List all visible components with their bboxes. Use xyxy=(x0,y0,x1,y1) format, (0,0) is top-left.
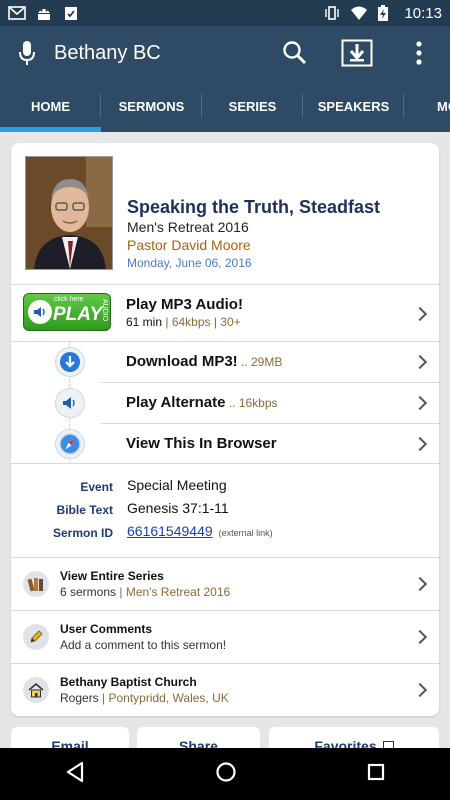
view-browser-row[interactable]: View This In Browser xyxy=(11,424,439,464)
play-badge-click-here: click here xyxy=(54,296,84,303)
view-series-title: View Entire Series xyxy=(60,569,164,583)
speaker-icon xyxy=(55,388,85,418)
app-title: Bethany BC xyxy=(54,41,161,64)
church-city: Rogers xyxy=(60,691,99,705)
tab-home[interactable]: HOME xyxy=(0,80,101,132)
bible-text-value: Genesis 37:1-11 xyxy=(127,500,229,516)
mic-icon[interactable] xyxy=(0,26,54,80)
user-comments-title: User Comments xyxy=(60,622,153,636)
external-link-note: (external link) xyxy=(218,528,273,538)
download-icon[interactable] xyxy=(326,26,388,80)
speaker-photo xyxy=(25,156,113,270)
chevron-right-icon xyxy=(412,629,428,645)
download-arrow-icon xyxy=(55,347,85,377)
home-icon[interactable] xyxy=(215,761,237,788)
user-comments-row[interactable]: User Comments Add a comment to this serm… xyxy=(11,610,439,664)
play-mp3-meta: | 64kbps | 30+ xyxy=(165,315,241,329)
speaker-icon xyxy=(28,300,52,324)
back-icon[interactable] xyxy=(64,761,86,788)
tab-sermons[interactable]: SERMONS xyxy=(101,80,202,132)
bible-text-detail: Bible Text Genesis 37:1-11 xyxy=(11,499,439,521)
clipboard-check-icon xyxy=(62,5,80,21)
chevron-right-icon xyxy=(412,354,428,370)
download-mp3-label: Download MP3! xyxy=(126,353,238,370)
church-location: | Pontypridd, Wales, UK xyxy=(102,691,229,705)
bottom-button-row: Email Share Favorites xyxy=(11,727,439,757)
tab-speakers[interactable]: SPEAKERS xyxy=(303,80,404,132)
play-badge: click here PLAY AUDIO xyxy=(23,293,111,331)
recents-icon[interactable] xyxy=(366,762,386,787)
series-name: | Men's Retreat 2016 xyxy=(119,585,231,599)
overflow-menu-icon[interactable] xyxy=(388,26,450,80)
event-value: Special Meeting xyxy=(127,477,227,493)
sermon-date: Monday, June 06, 2016 xyxy=(127,256,252,270)
divider xyxy=(11,463,439,464)
chevron-right-icon xyxy=(412,576,428,592)
system-nav-bar xyxy=(0,748,450,800)
view-series-row[interactable]: View Entire Series 6 sermons | Men's Ret… xyxy=(11,557,439,611)
app-bar: Bethany BC xyxy=(0,26,450,80)
download-mp3-meta: .. 29MB xyxy=(237,355,283,369)
event-detail: Event Special Meeting xyxy=(11,476,439,498)
sermon-id-label: Sermon ID xyxy=(52,526,113,540)
speaker-name[interactable]: Pastor David Moore xyxy=(127,236,427,255)
play-alternate-meta: .. 16kbps xyxy=(225,396,278,410)
sermon-title: Speaking the Truth, Steadfast xyxy=(127,197,381,217)
mail-icon xyxy=(8,5,26,21)
sermon-card: Speaking the Truth, Steadfast Men's Retr… xyxy=(11,143,439,716)
sermon-header: Speaking the Truth, Steadfast Men's Retr… xyxy=(11,143,439,284)
chevron-right-icon xyxy=(412,682,428,698)
battery-charging-icon xyxy=(377,5,395,21)
tab-bar: HOME SERMONS SERIES SPEAKERS MO xyxy=(0,80,450,132)
status-bar: 10:13 xyxy=(0,0,450,26)
wifi-icon xyxy=(350,5,368,21)
series-count: 6 sermons xyxy=(60,585,117,599)
books-icon xyxy=(23,571,49,597)
pencil-icon xyxy=(23,624,49,650)
chevron-right-icon xyxy=(412,436,428,452)
vibrate-icon xyxy=(323,5,341,21)
bible-text-label: Bible Text xyxy=(56,503,113,517)
play-mp3-row[interactable]: click here PLAY AUDIO Play MP3 Audio! 61… xyxy=(11,285,439,341)
download-mp3-row[interactable]: Download MP3! .. 29MB xyxy=(11,342,439,382)
play-alternate-label: Play Alternate xyxy=(126,394,226,411)
chevron-right-icon xyxy=(412,306,428,322)
event-label: Event xyxy=(80,480,113,494)
android-icon xyxy=(35,5,53,21)
view-browser-label: View This In Browser xyxy=(126,435,277,452)
compass-icon xyxy=(55,429,85,459)
church-name: Bethany Baptist Church xyxy=(60,675,197,689)
play-mp3-duration: 61 min xyxy=(126,315,163,329)
play-badge-audio: AUDIO xyxy=(101,299,108,322)
sermon-id-link[interactable]: 66161549449 xyxy=(127,523,213,539)
search-icon[interactable] xyxy=(264,26,326,80)
tab-series[interactable]: SERIES xyxy=(202,80,303,132)
house-icon xyxy=(23,677,49,703)
chevron-right-icon xyxy=(412,395,428,411)
church-row[interactable]: Bethany Baptist Church Rogers | Pontypri… xyxy=(11,663,439,716)
play-mp3-label: Play MP3 Audio! xyxy=(126,296,243,313)
clock: 10:13 xyxy=(404,4,442,22)
user-comments-sub: Add a comment to this sermon! xyxy=(60,638,227,652)
play-badge-label: PLAY xyxy=(53,304,103,325)
play-alternate-row[interactable]: Play Alternate .. 16kbps xyxy=(11,383,439,423)
sermon-id-detail: Sermon ID 66161549449 (external link) xyxy=(11,522,439,544)
tab-more[interactable]: MO xyxy=(404,80,450,132)
sermon-subtitle: Men's Retreat 2016 xyxy=(127,219,249,235)
